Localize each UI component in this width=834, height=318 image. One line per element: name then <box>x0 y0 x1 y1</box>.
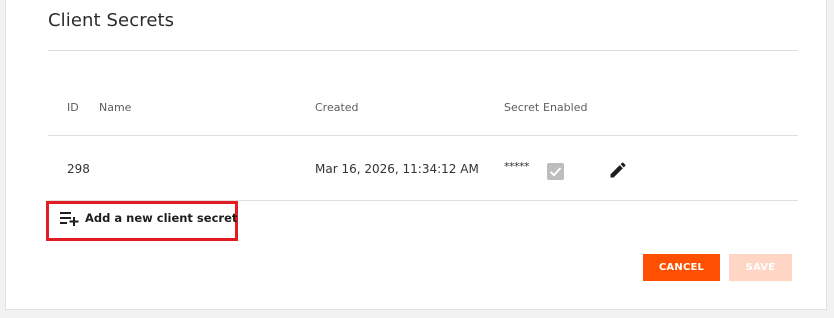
edit-secret-button[interactable] <box>608 160 628 180</box>
column-header-id: ID <box>67 101 79 114</box>
cell-created: Mar 16, 2026, 11:34:12 AM <box>315 162 479 176</box>
pencil-icon <box>610 162 626 178</box>
playlist-add-icon <box>60 212 79 226</box>
enabled-checkbox[interactable] <box>547 163 564 180</box>
header-divider <box>48 135 798 136</box>
add-new-client-secret-button[interactable]: Add a new client secret <box>60 210 237 226</box>
cell-id: 298 <box>67 162 90 176</box>
column-header-name: Name <box>99 101 132 114</box>
column-header-secret: Secret <box>504 101 540 114</box>
checkmark-icon <box>549 167 562 177</box>
add-secret-label: Add a new client secret <box>85 211 238 225</box>
save-button[interactable]: SAVE <box>729 254 792 281</box>
title-divider <box>48 50 798 51</box>
column-header-created: Created <box>315 101 359 114</box>
section-title: Client Secrets <box>48 10 175 31</box>
cell-secret: ***** <box>504 160 530 173</box>
cancel-button[interactable]: CANCEL <box>643 254 720 281</box>
column-header-enabled: Enabled <box>543 101 588 114</box>
